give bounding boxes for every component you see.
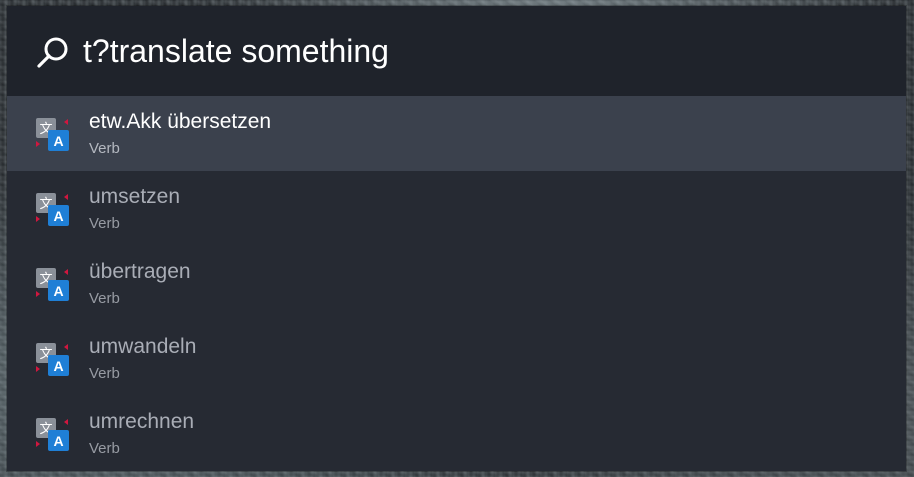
result-title: umsetzen — [89, 184, 181, 208]
result-title: übertragen — [89, 259, 191, 283]
result-item[interactable]: 文 A umrechnen Verb — [7, 396, 906, 471]
result-item[interactable]: 文 A übertragen Verb — [7, 246, 906, 321]
translate-icon: 文 A — [36, 267, 69, 301]
result-title: umrechnen — [89, 409, 195, 433]
result-title: etw.Akk übersetzen — [89, 109, 272, 133]
search-bar — [7, 6, 906, 96]
results-list: 文 A etw.Akk übersetzen Verb 文 A umsetzen… — [7, 96, 906, 471]
launcher-window: 文 A etw.Akk übersetzen Verb 文 A umset — [7, 6, 906, 471]
search-input[interactable] — [83, 32, 883, 70]
result-subtitle: Verb — [89, 364, 120, 382]
svg-text:A: A — [53, 208, 63, 224]
result-item[interactable]: 文 A umsetzen Verb — [7, 171, 906, 246]
result-subtitle: Verb — [89, 439, 120, 457]
svg-text:A: A — [53, 358, 63, 374]
search-icon — [37, 37, 68, 68]
translate-icon: 文 A — [36, 342, 69, 376]
svg-text:A: A — [53, 283, 63, 299]
svg-text:A: A — [53, 433, 63, 449]
result-subtitle: Verb — [89, 139, 120, 157]
translate-icon: 文 A — [36, 192, 69, 226]
result-subtitle: Verb — [89, 289, 120, 307]
result-title: umwandeln — [89, 334, 197, 358]
result-subtitle: Verb — [89, 214, 120, 232]
result-item[interactable]: 文 A umwandeln Verb — [7, 321, 906, 396]
result-item[interactable]: 文 A etw.Akk übersetzen Verb — [7, 96, 906, 171]
svg-text:A: A — [53, 133, 63, 149]
translate-icon: 文 A — [36, 417, 69, 451]
translate-icon: 文 A — [36, 117, 69, 151]
